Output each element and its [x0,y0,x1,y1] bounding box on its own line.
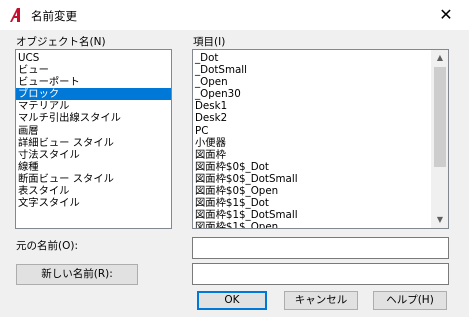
close-icon: ✕ [439,5,453,24]
item-entry[interactable]: _DotSmall [193,64,431,76]
scroll-up-icon[interactable]: ▲ [432,50,448,66]
object-name-item[interactable]: マテリアル [16,100,171,112]
items-label: 項目(I) [193,36,226,48]
item-entry[interactable]: Desk2 [193,112,431,124]
object-name-item[interactable]: ビューポート [16,76,171,88]
item-entry[interactable]: 図面枠$1$_DotSmall [193,209,431,221]
item-entry[interactable]: 図面枠$0$_DotSmall [193,173,431,185]
object-names-listbox[interactable]: UCS ビュー ビューポート ブロック マテリアル マルチ引出線スタイル 画層 詳細ビュー ス… [15,49,172,229]
item-entry[interactable]: 図面枠 [193,149,431,161]
cancel-button[interactable]: キャンセル [284,291,358,310]
items-listbox[interactable]: _Dot _DotSmall _Open _Open30 Desk1 Desk2 PC 小便器… [192,49,449,229]
new-name-field[interactable] [192,263,449,285]
help-button[interactable]: ヘルプ(H) [373,291,447,310]
title-bar: 名前変更 ✕ [0,0,469,30]
window-title: 名前変更 [31,9,77,23]
item-entry[interactable]: PC [193,125,431,137]
item-entry[interactable]: 図面枠$0$_Dot [193,161,431,173]
item-entry[interactable]: 図面枠$1$_Dot [193,197,431,209]
old-name-label: 元の名前(O): [16,240,78,252]
close-button[interactable]: ✕ [428,4,464,26]
object-names-label: オブジェクト名(N) [16,36,106,48]
item-entry[interactable]: 図面枠$1$_Open [193,221,431,228]
autocad-app-icon [10,8,20,22]
object-name-item[interactable]: UCS [16,52,171,64]
object-name-item[interactable]: ブロック [16,88,171,101]
scrollbar-thumb[interactable] [434,67,446,167]
item-entry[interactable]: _Open30 [193,88,431,100]
object-name-item[interactable]: 表スタイル [16,185,171,197]
object-name-item[interactable]: 文字スタイル [16,197,171,209]
object-name-item[interactable]: ビュー [16,64,171,76]
item-entry[interactable]: _Open [193,76,431,88]
items-scrollbar[interactable]: ▲ ▼ [431,50,448,228]
scroll-down-icon[interactable]: ▼ [432,212,448,228]
item-entry[interactable]: 小便器 [193,137,431,149]
object-name-item[interactable]: 寸法スタイル [16,149,171,161]
old-name-field[interactable] [192,237,449,259]
object-name-item[interactable]: 線種 [16,161,171,173]
item-entry[interactable]: _Dot [193,52,431,64]
ok-button[interactable]: OK [197,291,267,310]
object-name-item[interactable]: 断面ビュー スタイル [16,173,171,185]
new-name-button[interactable]: 新しい名前(R): [16,264,138,285]
object-name-item[interactable]: 詳細ビュー スタイル [16,137,171,149]
object-name-item[interactable]: 画層 [16,125,171,137]
item-entry[interactable]: 図面枠$0$_Open [193,185,431,197]
object-name-item[interactable]: マルチ引出線スタイル [16,112,171,124]
item-entry[interactable]: Desk1 [193,100,431,112]
